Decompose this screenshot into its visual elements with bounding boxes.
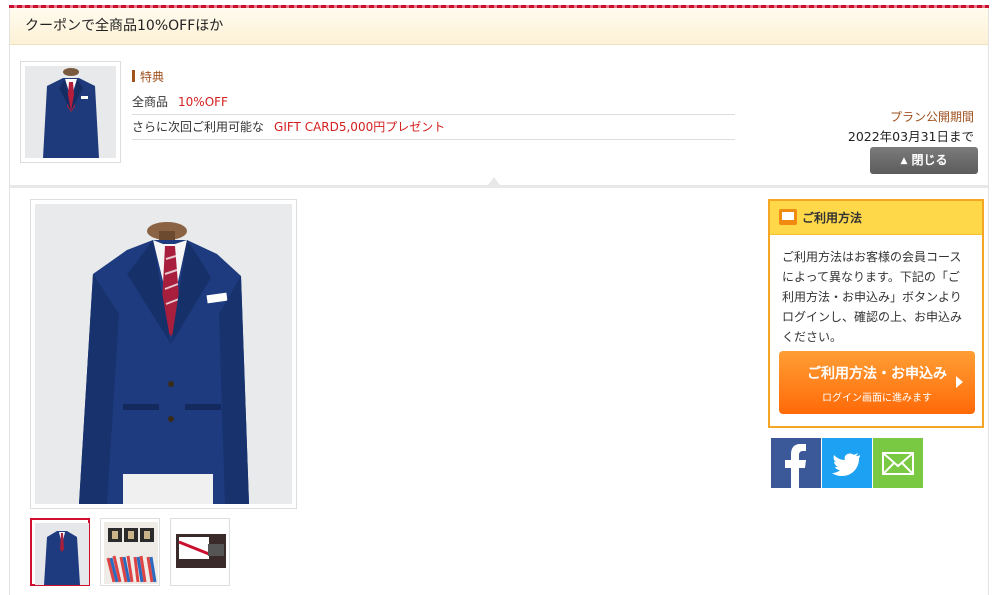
- triangle-up-icon: ▲: [900, 156, 908, 166]
- perk-row: 全商品 10%OFF: [132, 90, 735, 115]
- thumbnail-gift-card[interactable]: [170, 518, 230, 586]
- usage-apply-button[interactable]: ご利用方法・お申込み ログイン画面に進みます: [779, 351, 975, 414]
- thumbnail-ties-image: [104, 522, 158, 584]
- collapse-notch: [488, 177, 500, 185]
- summary-thumbnail: [20, 61, 121, 163]
- perk-label: さらに次回ご利用可能な: [132, 120, 265, 134]
- facebook-share-button[interactable]: [771, 438, 821, 488]
- monitor-icon: [779, 209, 797, 225]
- suit-thumbnail-image: [25, 66, 116, 158]
- mail-share-button[interactable]: [873, 438, 923, 488]
- thumbnail-suit[interactable]: [30, 518, 90, 586]
- suit-photo: [35, 204, 292, 504]
- usage-button-sub-label: ログイン画面に進みます: [822, 393, 932, 404]
- thumbnail-ties[interactable]: [100, 518, 160, 586]
- perk-label: 全商品: [132, 95, 169, 109]
- thumbnail-gift-card-image: [174, 522, 228, 584]
- twitter-share-button[interactable]: [822, 438, 872, 488]
- perk-row: さらに次回ご利用可能な GIFT CARD5,000円プレゼント: [132, 115, 735, 140]
- perk-value: 10%OFF: [178, 95, 228, 109]
- usage-title: ご利用方法: [802, 211, 863, 225]
- main-product-image: [30, 199, 297, 509]
- usage-description: ご利用方法はお客様の会員コースによって異なります。下記の「ご利用方法・お申込み」…: [782, 250, 963, 344]
- period-date: 2022年03月31日まで: [847, 129, 974, 144]
- plan-title-bar: クーポンで全商品10%OFFほか: [10, 8, 988, 45]
- mail-icon: [882, 452, 914, 475]
- twitter-icon: [832, 453, 860, 476]
- close-button[interactable]: ▲ 閉じる: [870, 147, 978, 174]
- usage-panel: ご利用方法 ご利用方法はお客様の会員コースによって異なります。下記の「ご利用方法…: [768, 199, 984, 428]
- facebook-icon: [785, 444, 806, 488]
- period-label: プラン公開期間: [889, 110, 974, 124]
- usage-button-main-label: ご利用方法・お申込み: [807, 366, 947, 382]
- usage-header: ご利用方法: [770, 201, 982, 235]
- plan-summary: 特典 全商品 10%OFF さらに次回ご利用可能な GIFT CARD5,000円プ…: [10, 45, 988, 185]
- chevron-right-icon: [956, 376, 963, 388]
- thumbnail-suit-image: [35, 523, 89, 585]
- close-button-label: 閉じる: [911, 153, 948, 167]
- perk-value: GIFT CARD5,000円プレゼント: [274, 120, 446, 134]
- section-divider: [10, 185, 988, 188]
- perk-heading: 特典: [132, 68, 164, 85]
- plan-title: クーポンで全商品10%OFFほか: [25, 18, 224, 34]
